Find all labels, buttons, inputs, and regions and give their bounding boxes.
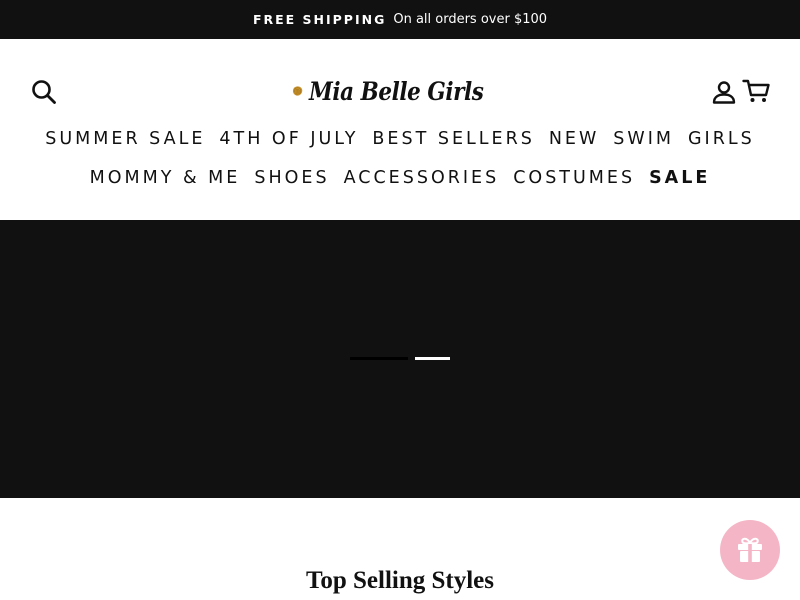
section-title: Top Selling Styles bbox=[305, 567, 495, 594]
nav-accessories[interactable]: ACCESSORIES bbox=[344, 168, 500, 188]
search-button[interactable] bbox=[28, 77, 60, 107]
logo-text: Mia Belle Girls bbox=[309, 76, 484, 106]
nav-shoes[interactable]: SHOES bbox=[254, 168, 329, 188]
nav-swim[interactable]: SWIM bbox=[613, 129, 674, 149]
account-button[interactable] bbox=[708, 77, 740, 107]
rose-logo-icon bbox=[292, 86, 303, 96]
rewards-gift-button[interactable] bbox=[720, 520, 780, 580]
hero-slideshow[interactable] bbox=[0, 220, 800, 498]
main-nav-row-2: MOMMY & ME SHOES ACCESSORIES COSTUMES SA… bbox=[0, 168, 800, 188]
search-icon bbox=[32, 80, 56, 104]
announcement-bar: FREE SHIPPING On all orders over $100 bbox=[0, 0, 800, 39]
main-nav-row-1: SUMMER SALE 4TH OF JULY BEST SELLERS NEW… bbox=[0, 129, 800, 149]
nav-best-sellers[interactable]: BEST SELLERS bbox=[372, 129, 534, 149]
user-icon bbox=[712, 81, 736, 104]
slide-dot-2-active[interactable] bbox=[415, 357, 450, 360]
announcement-text: On all orders over $100 bbox=[393, 12, 548, 27]
nav-costumes[interactable]: COSTUMES bbox=[513, 168, 635, 188]
nav-4th-of-july[interactable]: 4TH OF JULY bbox=[219, 129, 358, 149]
announcement-bold: FREE SHIPPING bbox=[252, 12, 387, 27]
nav-girls[interactable]: GIRLS bbox=[688, 129, 755, 149]
nav-sale[interactable]: SALE bbox=[649, 168, 710, 188]
nav-new[interactable]: NEW bbox=[549, 129, 599, 149]
cart-button[interactable] bbox=[740, 76, 772, 106]
nav-summer-sale[interactable]: SUMMER SALE bbox=[45, 129, 205, 149]
site-header: Mia Belle Girls SUMMER SALE 4TH OF JULY … bbox=[0, 39, 800, 220]
cart-icon bbox=[742, 79, 770, 102]
slide-dot-1[interactable] bbox=[350, 357, 408, 360]
gift-icon bbox=[738, 537, 762, 562]
slide-indicators bbox=[350, 357, 450, 360]
nav-mommy-and-me[interactable]: MOMMY & ME bbox=[90, 168, 241, 188]
site-logo[interactable]: Mia Belle Girls bbox=[292, 65, 512, 117]
